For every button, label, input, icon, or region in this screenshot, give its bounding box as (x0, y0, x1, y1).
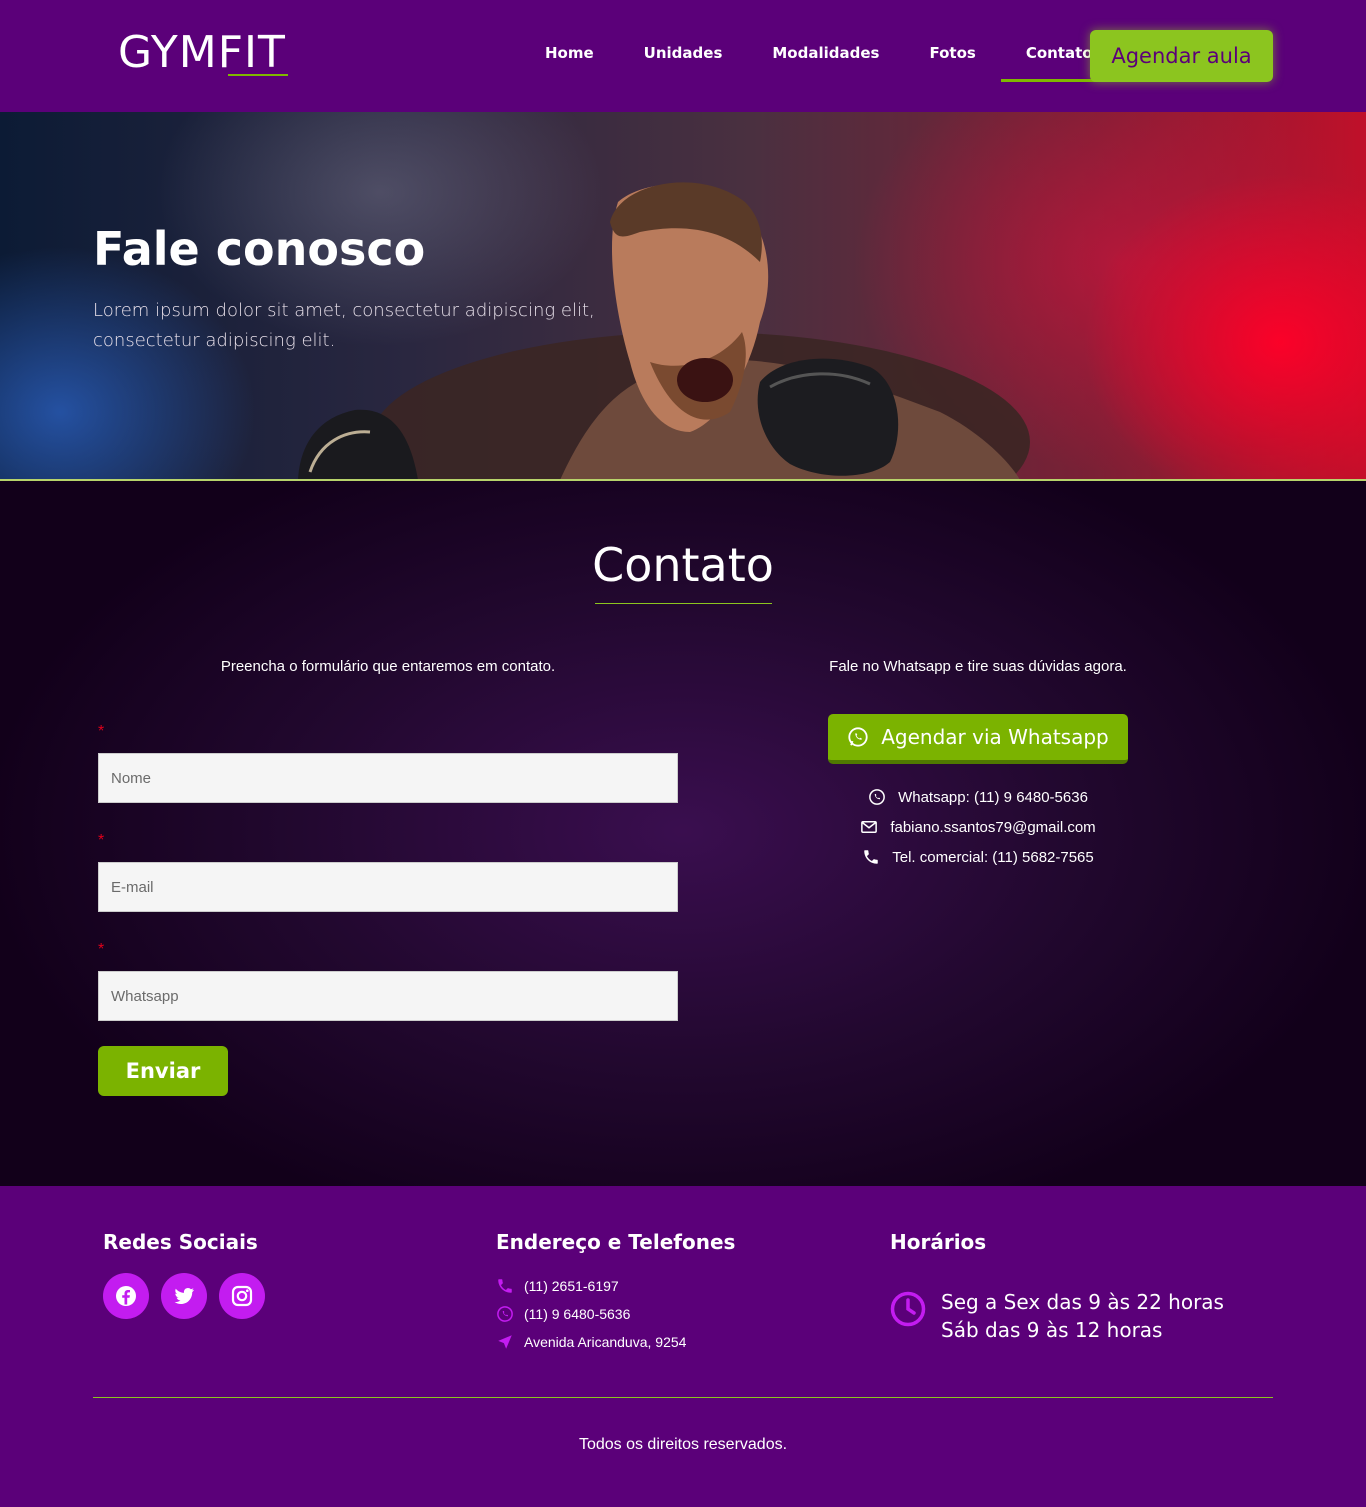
email-field[interactable] (98, 862, 678, 912)
whatsapp-icon (497, 1306, 513, 1322)
whatsapp-icon (848, 727, 868, 747)
hero-title: Fale conosco (93, 222, 426, 276)
hours-saturday: Sáb das 9 às 12 horas (941, 1318, 1163, 1342)
agendar-aula-button[interactable]: Agendar aula (1090, 30, 1273, 82)
email-required-mark: * (98, 832, 105, 849)
whatsapp-intro-text: Fale no Whatsapp e tire suas dúvidas ago… (829, 658, 1127, 675)
facebook-icon[interactable] (103, 1273, 149, 1319)
phone-icon (498, 1279, 512, 1293)
name-field[interactable] (98, 753, 678, 803)
envelope-icon (861, 821, 878, 833)
location-arrow-icon (498, 1335, 512, 1349)
opening-hours: Seg a Sex das 9 às 22 horas Sáb das 9 às… (941, 1288, 1224, 1344)
instagram-icon[interactable] (219, 1273, 265, 1319)
contact-whatsapp-row: Whatsapp: (11) 9 6480-5636 (778, 782, 1178, 812)
main-nav: Home Unidades Modalidades Fotos Contato (520, 30, 1118, 82)
contact-title-underline (595, 603, 772, 604)
footer-address-row: Avenida Aricanduva, 9254 (496, 1331, 686, 1353)
whatsapp-required-mark: * (98, 941, 105, 958)
whatsapp-icon (869, 789, 885, 805)
contact-phone-text: Tel. comercial: (11) 5682-7565 (892, 848, 1094, 866)
nav-item-fotos[interactable]: Fotos (904, 30, 1000, 82)
contact-title: Contato (592, 538, 774, 592)
nav-item-modalidades[interactable]: Modalidades (747, 30, 904, 82)
contact-details: Whatsapp: (11) 9 6480-5636 fabiano.ssant… (778, 782, 1178, 872)
hours-weekdays: Seg a Sex das 9 às 22 horas (941, 1290, 1224, 1314)
hero-description: Lorem ipsum dolor sit amet, consectetur … (93, 300, 595, 351)
clock-icon (890, 1291, 926, 1327)
contact-whatsapp-text: Whatsapp: (11) 9 6480-5636 (898, 788, 1088, 806)
submit-button[interactable]: Enviar (98, 1046, 228, 1096)
contact-email-row: fabiano.ssantos79@gmail.com (778, 812, 1178, 842)
twitter-icon[interactable] (161, 1273, 207, 1319)
logo-underline (228, 74, 288, 76)
name-required-mark: * (98, 723, 105, 740)
nav-item-home[interactable]: Home (520, 30, 619, 82)
nav-item-unidades[interactable]: Unidades (619, 30, 748, 82)
hours-title: Horários (890, 1230, 987, 1254)
phone-icon (864, 850, 878, 864)
copyright-text: Todos os direitos reservados. (578, 1436, 788, 1453)
form-intro-text: Preencha o formulário que entaremos em c… (220, 658, 556, 675)
contact-phone-row: Tel. comercial: (11) 5682-7565 (778, 842, 1178, 872)
address-title: Endereço e Telefones (496, 1230, 736, 1254)
footer-address-text: Avenida Aricanduva, 9254 (524, 1334, 687, 1350)
whatsapp-button-label: Agendar via Whatsapp (881, 725, 1109, 749)
agendar-whatsapp-button[interactable]: Agendar via Whatsapp (828, 714, 1128, 764)
footer-phone-row: (11) 2651-6197 (496, 1275, 619, 1297)
footer-phone-text: (11) 2651-6197 (524, 1278, 619, 1294)
footer-divider (93, 1397, 1273, 1398)
whatsapp-field[interactable] (98, 971, 678, 1021)
footer-whatsapp-row: (11) 9 6480-5636 (496, 1303, 630, 1325)
footer-whatsapp-text: (11) 9 6480-5636 (524, 1306, 631, 1322)
contact-email-text[interactable]: fabiano.ssantos79@gmail.com (890, 819, 1095, 836)
social-title: Redes Sociais (103, 1230, 258, 1254)
gymfit-logo[interactable]: GYMFIT (118, 28, 286, 78)
